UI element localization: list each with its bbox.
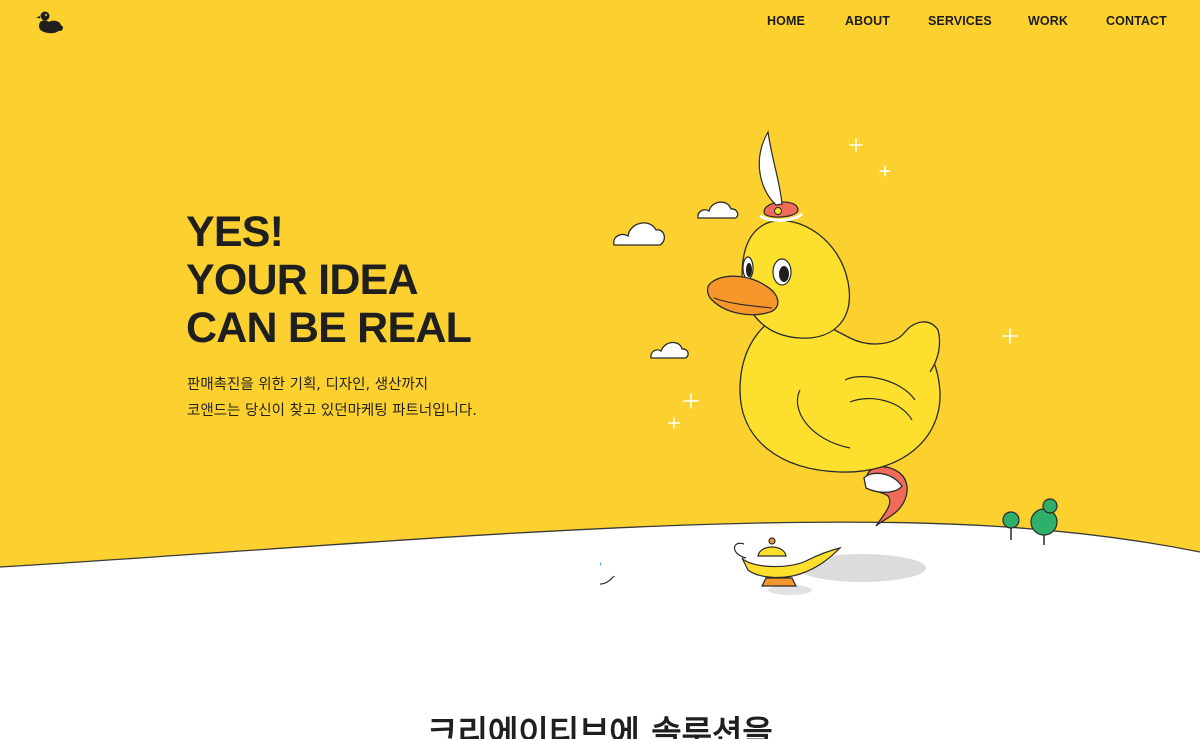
nav-home[interactable]: HOME xyxy=(767,14,805,28)
headline-line-2: YOUR IDEA xyxy=(186,256,419,304)
nav-services[interactable]: SERVICES xyxy=(928,14,992,28)
tree-icon xyxy=(1030,498,1058,545)
hero-headline: YES! YOUR IDEA CAN BE REAL xyxy=(186,208,472,352)
cloud-icon xyxy=(613,222,666,246)
headline-line-1: YES! xyxy=(186,208,284,256)
nav-about[interactable]: ABOUT xyxy=(845,14,890,28)
nav-contact[interactable]: CONTACT xyxy=(1106,14,1167,28)
subtext-line-2: 코앤드는 당신이 찾고 있던마케팅 파트너입니다. xyxy=(187,403,477,419)
nav-work[interactable]: WORK xyxy=(1028,14,1068,28)
duck-logo-icon[interactable] xyxy=(36,9,64,35)
cloud-icon xyxy=(650,341,689,359)
page: HOME ABOUT SERVICES WORK CONTACT YES! YO… xyxy=(0,0,1200,739)
tree-icon xyxy=(1002,511,1020,540)
subtext-line-1: 판매촉진을 위한 기획, 디자인, 생산까지 xyxy=(187,377,429,393)
section-title: 크리에이티브에 솔루션을 xyxy=(427,713,773,739)
duck-genie-illustration xyxy=(600,130,1058,595)
headline-line-3: CAN BE REAL xyxy=(186,304,472,352)
cloud-icon xyxy=(697,201,739,219)
hero-subtext: 판매촉진을 위한 기획, 디자인, 생산까지 코앤드는 당신이 찾고 있던마케팅… xyxy=(187,372,477,424)
